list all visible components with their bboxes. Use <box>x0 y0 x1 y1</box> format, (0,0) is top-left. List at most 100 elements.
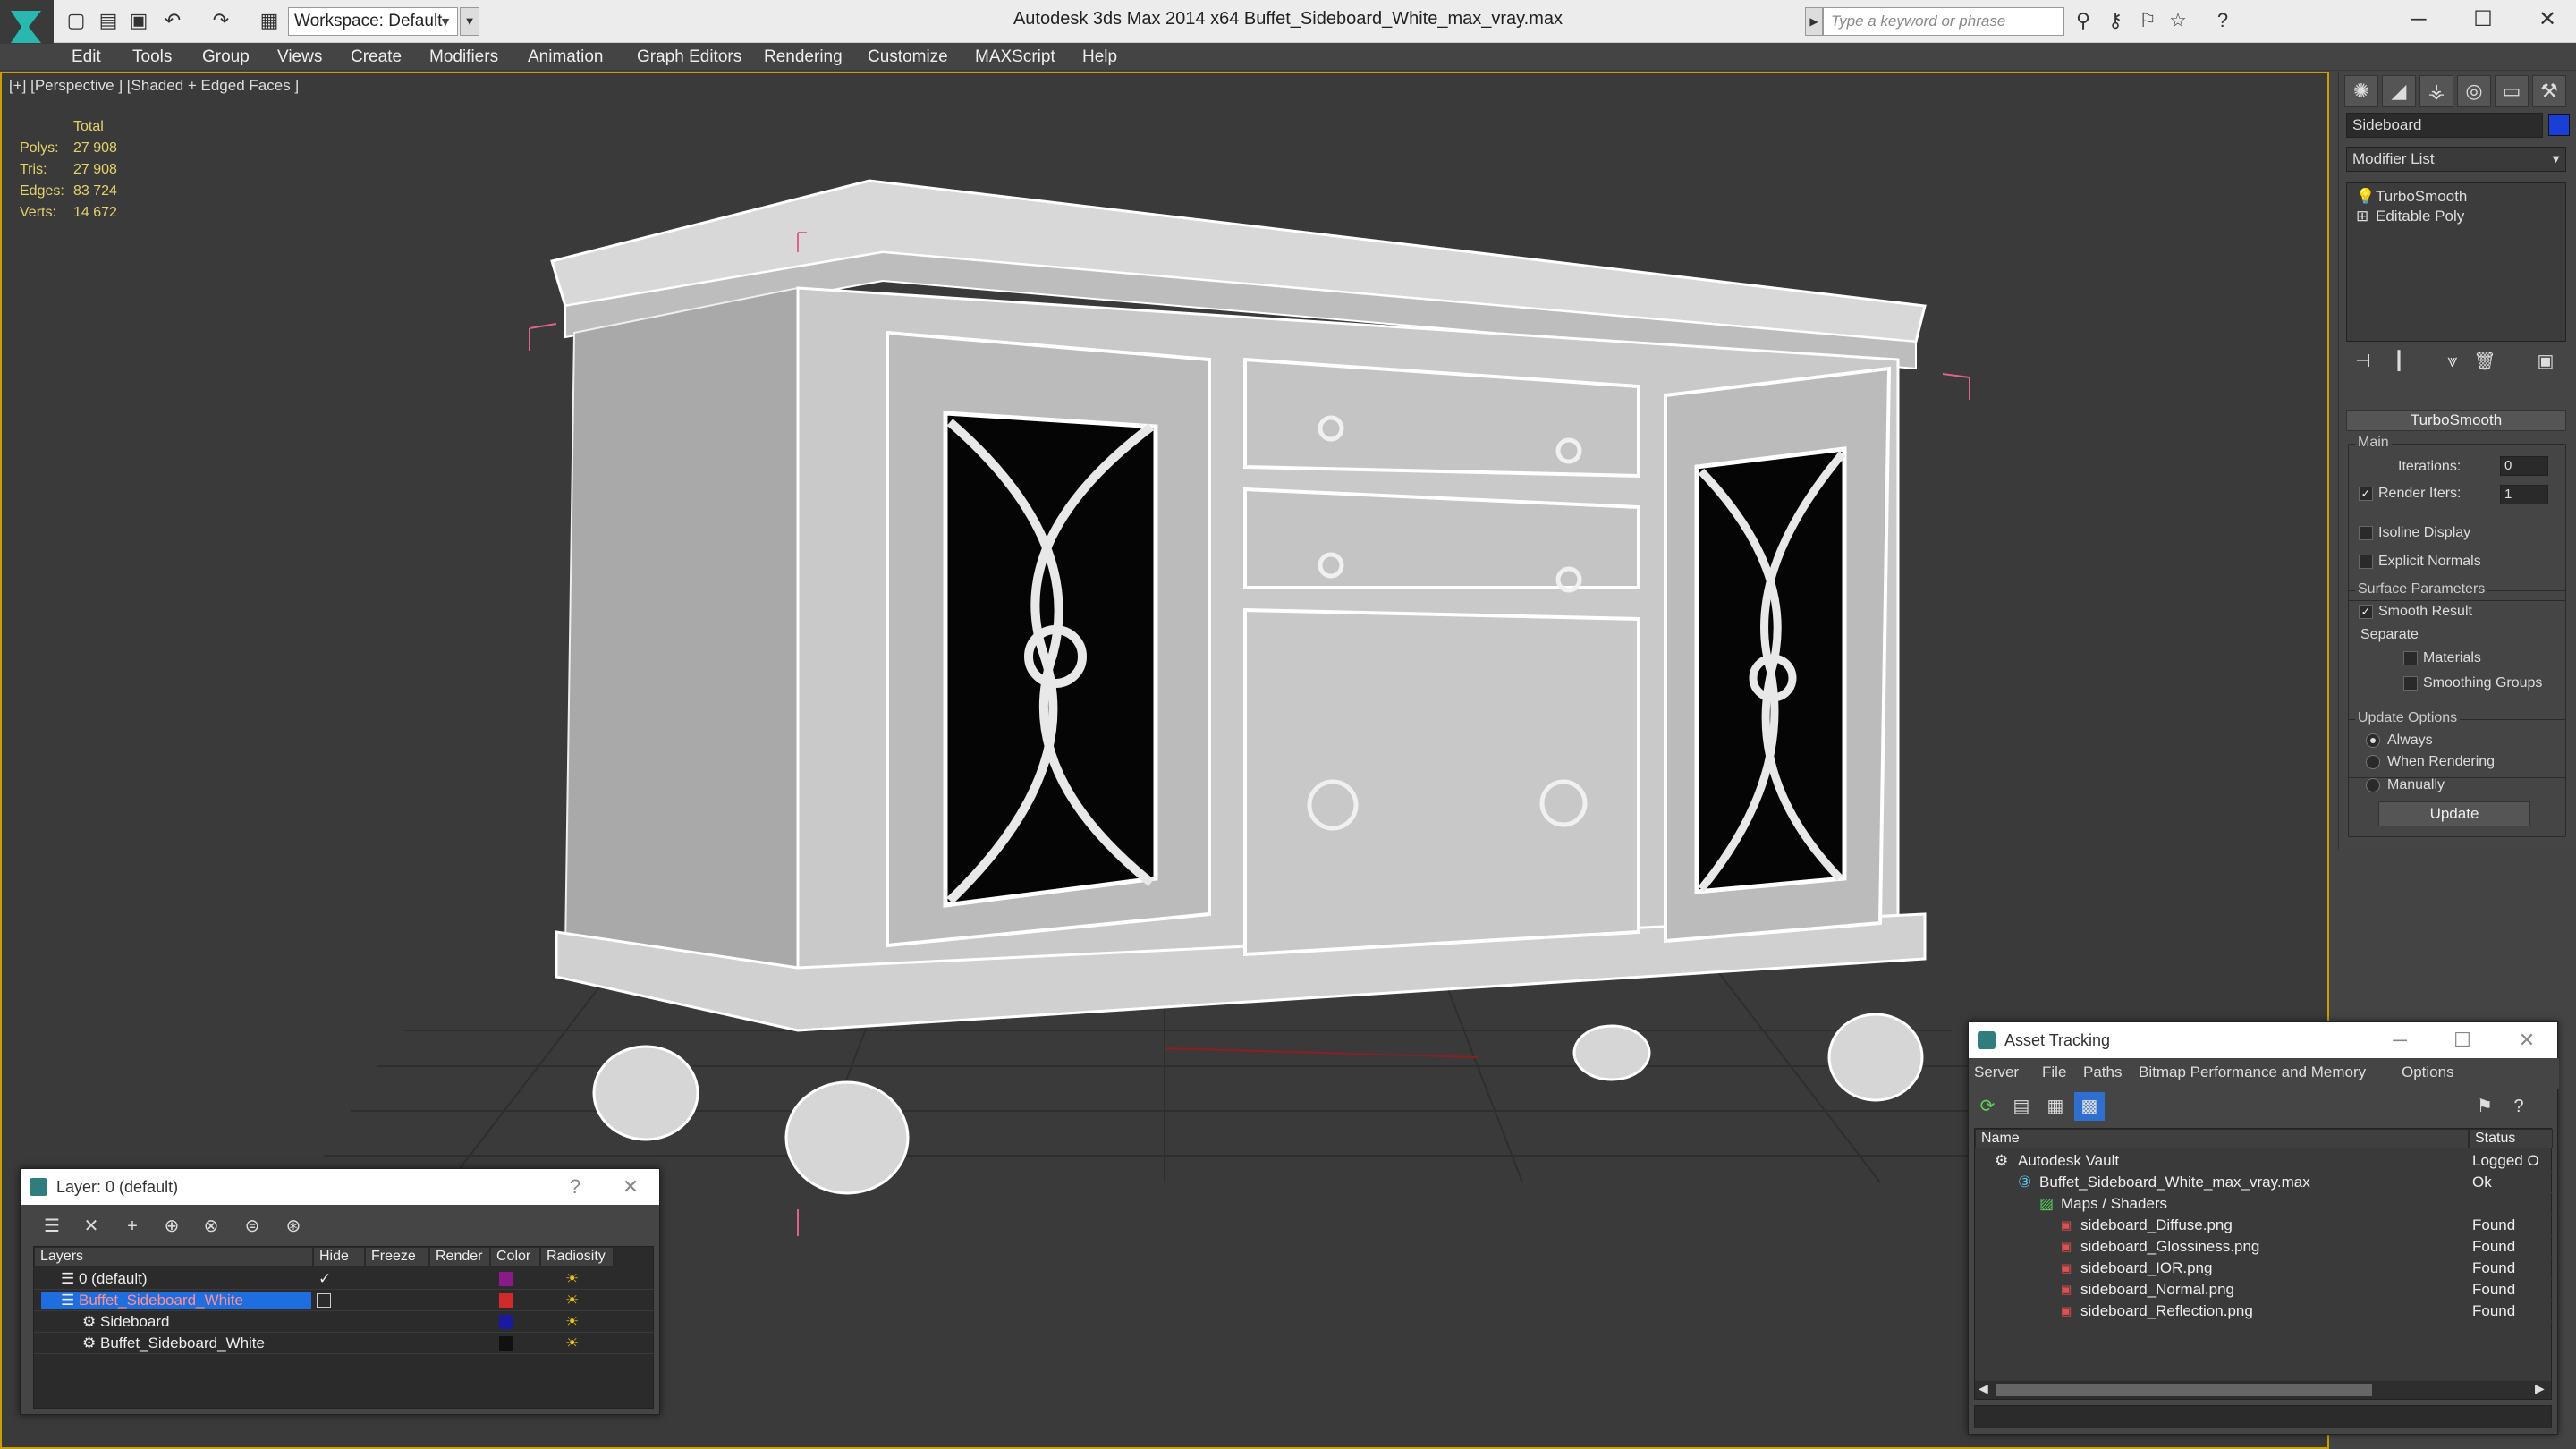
radiosity-icon[interactable]: ☀ <box>565 1268 579 1290</box>
col-freeze[interactable]: Freeze <box>365 1247 429 1267</box>
asset-row-reflection[interactable]: ▣ sideboard_Reflection.png Found <box>1975 1301 2553 1322</box>
asset-row-maps[interactable]: ▨ Maps / Shaders <box>1975 1193 2553 1215</box>
update-button[interactable]: Update <box>2378 801 2530 826</box>
iterations-spinner[interactable]: 0 <box>2500 456 2548 476</box>
select-objects-icon[interactable]: ⊕ <box>157 1212 187 1241</box>
layer-row-buffet[interactable]: ☰ Buffet_Sideboard_White ☀ <box>34 1290 655 1311</box>
asset-row-vault[interactable]: ⚙ Autodesk Vault Logged O <box>1975 1150 2553 1172</box>
binoculars-icon[interactable]: ⚲ <box>2072 9 2095 32</box>
layer-color-swatch[interactable] <box>499 1336 513 1351</box>
pin-stack-icon[interactable]: ⊣ <box>2348 347 2378 376</box>
hierarchy-tab-icon[interactable]: ⚶ <box>2419 75 2453 107</box>
asset-row-ior[interactable]: ▣ sideboard_IOR.png Found <box>1975 1258 2553 1279</box>
close-button[interactable]: ✕ <box>2521 4 2574 36</box>
radiosity-icon[interactable]: ☀ <box>565 1290 579 1311</box>
smooth-result-checkbox[interactable]: ✓ <box>2359 605 2373 619</box>
minimize-button[interactable]: ─ <box>2392 4 2445 36</box>
menu-file[interactable]: File <box>2042 1063 2066 1081</box>
col-render[interactable]: Render <box>429 1247 490 1267</box>
make-unique-icon[interactable]: ⩔ <box>2437 347 2468 376</box>
display-tab-icon[interactable]: ▭ <box>2495 75 2529 107</box>
show-end-result-icon[interactable]: ┃ <box>2384 347 2414 376</box>
menu-modifiers[interactable]: Modifiers <box>417 44 511 71</box>
col-color[interactable]: Color <box>490 1247 540 1267</box>
col-name[interactable]: Name <box>1975 1129 2469 1148</box>
close-button[interactable]: ✕ <box>2500 1022 2554 1058</box>
object-color-swatch[interactable] <box>2548 114 2570 136</box>
active-layer-box[interactable] <box>317 1293 331 1308</box>
help-icon[interactable]: ? <box>2504 1092 2534 1121</box>
menu-maxscript[interactable]: MAXScript <box>962 44 1068 71</box>
asset-row-glossiness[interactable]: ▣ sideboard_Glossiness.png Found <box>1975 1236 2553 1258</box>
menu-graph-editors[interactable]: Graph Editors <box>624 44 754 71</box>
radiosity-icon[interactable]: ☀ <box>565 1333 579 1354</box>
menu-views[interactable]: Views <box>265 44 335 71</box>
render-iters-spinner[interactable]: 1 <box>2500 485 2548 504</box>
menu-help[interactable]: Help <box>1070 44 1130 71</box>
configure-sets-icon[interactable]: ▣ <box>2530 347 2561 376</box>
layer-color-swatch[interactable] <box>499 1293 513 1308</box>
menu-edit[interactable]: Edit <box>59 44 114 71</box>
active-check-icon[interactable]: ✓ <box>318 1268 331 1290</box>
layer-row-buffet-object[interactable]: ⚙ Buffet_Sideboard_White ☀ <box>34 1333 655 1354</box>
menu-server[interactable]: Server <box>1974 1063 2019 1081</box>
menu-options[interactable]: Options <box>2402 1063 2454 1081</box>
scrollbar-thumb[interactable] <box>1996 1384 2372 1396</box>
materials-checkbox[interactable] <box>2403 651 2418 665</box>
search-input[interactable]: Type a keyword or phrase <box>1823 7 2064 36</box>
menu-animation[interactable]: Animation <box>515 44 616 71</box>
isoline-display-checkbox[interactable] <box>2359 526 2373 540</box>
hide-all-icon[interactable]: ⊜ <box>237 1212 267 1241</box>
menu-group[interactable]: Group <box>190 44 262 71</box>
col-layers[interactable]: Layers <box>34 1247 313 1267</box>
scroll-right-icon[interactable]: ▶ <box>2535 1381 2545 1396</box>
menu-tools[interactable]: Tools <box>120 44 184 71</box>
create-layer-icon[interactable]: ☰ <box>37 1212 67 1241</box>
menu-customize[interactable]: Customize <box>855 44 961 71</box>
layer-color-swatch[interactable] <box>499 1272 513 1286</box>
modify-tab-icon[interactable]: ◢ <box>2382 75 2416 107</box>
maximize-button[interactable]: ☐ <box>2436 1022 2489 1058</box>
list-view-icon[interactable]: ▤ <box>2006 1092 2037 1121</box>
modifier-list-dropdown[interactable]: Modifier List ▼ <box>2346 147 2566 172</box>
remove-modifier-icon[interactable]: 🗑 <box>2470 347 2500 376</box>
asset-path-field[interactable] <box>1974 1405 2552 1428</box>
col-hide[interactable]: Hide <box>313 1247 365 1267</box>
maximize-button[interactable]: ☐ <box>2456 4 2510 36</box>
asset-row-max-file[interactable]: ③ Buffet_Sideboard_White_max_vray.max Ok <box>1975 1172 2553 1193</box>
freeze-all-icon[interactable]: ⊛ <box>278 1212 309 1241</box>
highlight-layer-icon[interactable]: ⊗ <box>196 1212 226 1241</box>
search-expand-icon[interactable]: ▶ <box>1805 7 1823 36</box>
update-when-rendering-radio[interactable] <box>2366 755 2380 769</box>
update-always-radio[interactable] <box>2366 733 2380 748</box>
key-icon[interactable]: ⚷ <box>2104 9 2127 32</box>
asset-row-normal[interactable]: ▣ sideboard_Normal.png Found <box>1975 1279 2553 1301</box>
table-view-icon[interactable]: ▩ <box>2074 1092 2105 1121</box>
thumbnail-view-icon[interactable]: ▦ <box>2040 1092 2071 1121</box>
expand-plus-icon[interactable]: ⊞ <box>2356 207 2368 226</box>
login-icon[interactable]: ⚑ <box>2470 1092 2500 1121</box>
add-selection-icon[interactable]: + <box>117 1212 148 1241</box>
scroll-left-icon[interactable]: ◀ <box>1979 1381 1988 1396</box>
smoothing-groups-checkbox[interactable] <box>2403 676 2418 691</box>
favorites-star-icon[interactable]: ☆ <box>2166 9 2190 32</box>
create-tab-icon[interactable]: ✺ <box>2344 75 2378 107</box>
menu-create[interactable]: Create <box>338 44 414 71</box>
horizontal-scrollbar[interactable]: ◀ ▶ <box>1975 1381 2551 1399</box>
refresh-icon[interactable]: ⟳ <box>1972 1092 2003 1121</box>
menu-rendering[interactable]: Rendering <box>751 44 855 71</box>
delete-layer-icon[interactable]: ✕ <box>76 1212 106 1241</box>
turbosmooth-rollout[interactable]: TurboSmooth <box>2346 410 2566 431</box>
minimize-button[interactable]: ─ <box>2373 1022 2427 1058</box>
help-icon[interactable]: ? <box>2211 9 2234 32</box>
help-icon[interactable]: ? <box>548 1169 602 1205</box>
utilities-tab-icon[interactable]: ⚒ <box>2532 75 2566 107</box>
object-name-input[interactable]: Sideboard <box>2346 113 2543 138</box>
motion-tab-icon[interactable]: ◎ <box>2457 75 2491 107</box>
stack-item-editable-poly[interactable]: ⊞ Editable Poly <box>2349 207 2563 226</box>
layer-color-swatch[interactable] <box>499 1315 513 1329</box>
col-status[interactable]: Status <box>2469 1129 2553 1148</box>
layer-row-default[interactable]: ☰ 0 (default) ✓ ☀ <box>34 1268 655 1290</box>
asset-row-diffuse[interactable]: ▣ sideboard_Diffuse.png Found <box>1975 1215 2553 1236</box>
radiosity-icon[interactable]: ☀ <box>565 1311 579 1333</box>
